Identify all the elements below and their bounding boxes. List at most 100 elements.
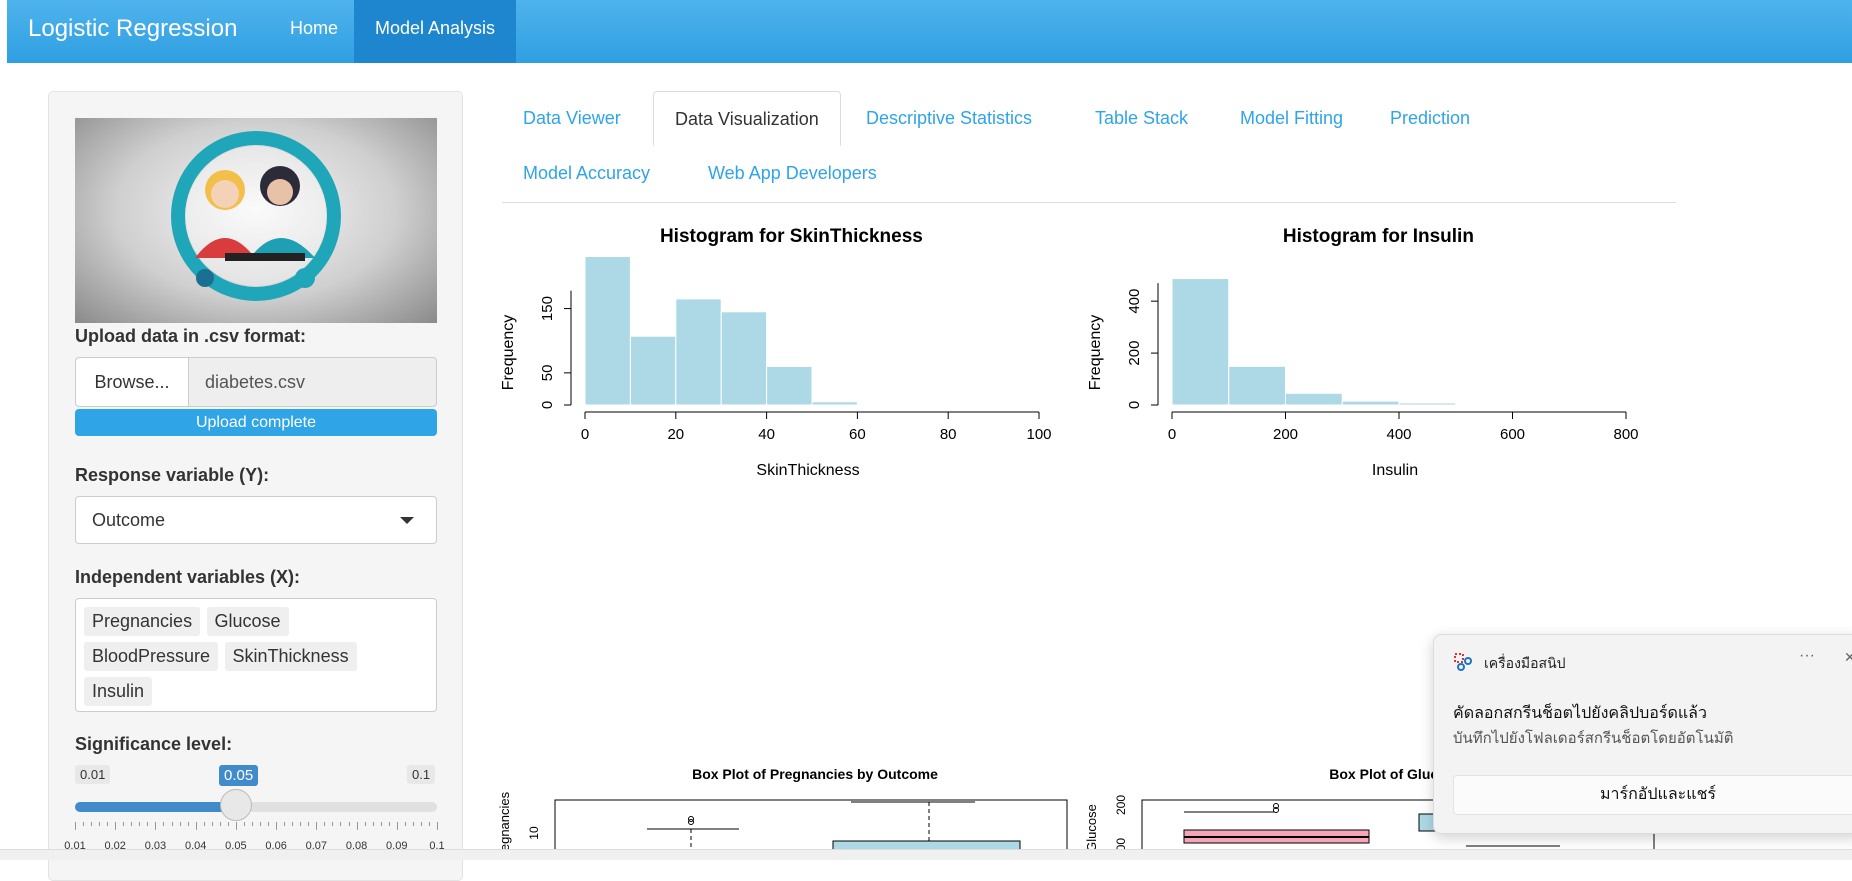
significance-slider-track[interactable] [75,802,437,812]
file-upload-control[interactable]: Browse... diabetes.csv [75,357,437,407]
x-tick-label: 400 [1386,426,1411,443]
slider-tick [420,822,422,826]
slider-tick [211,822,213,826]
x-tick-label: 800 [1613,426,1638,443]
slider-tick [437,822,438,830]
slider-tick [404,822,406,826]
histogram-skinthickness: Histogram for SkinThickness 0 20 40 60 80 100 S… [500,226,1052,479]
histogram-bar [629,335,677,406]
slider-tick [348,822,350,826]
histogram-bar [811,401,858,406]
slider-tick [364,822,366,826]
slider-tick [107,822,109,826]
slider-tick [203,822,205,826]
y-tick-label: 50 [539,365,556,382]
top-navbar: Logistic Regression Home Model Analysis [7,0,1852,63]
close-icon[interactable]: ✕ [1844,649,1852,666]
x-tick-label: 80 [940,426,957,443]
slider-tick [292,822,294,826]
tab-model-fitting[interactable]: Model Fitting [1219,91,1364,146]
snipping-tool-notification: เครื่องมือสนิป ··· ✕ คัดลอกสกรีนช็อตไปยั… [1433,634,1852,834]
slider-tick [123,822,125,826]
slider-ticks: 0.01 0.02 0.03 0.04 0.05 0.06 0.07 0.08 0.09 0.1 [64,822,445,852]
x-tick-label: 0 [1168,426,1176,443]
tab-web-app-developers[interactable]: Web App Developers [687,146,898,201]
tab-data-visualization[interactable]: Data Visualization [653,91,841,146]
tab-table-stack[interactable]: Table Stack [1074,91,1209,146]
nav-model-analysis[interactable]: Model Analysis [354,0,517,63]
slider-tick [131,822,133,826]
sidebar-panel: Upload data in .csv format: Browse... di… [48,91,463,881]
y-tick-label: 0 [539,401,556,409]
slider-tick [187,822,189,826]
browse-button[interactable]: Browse... [76,358,189,406]
slider-tick [300,822,302,826]
slider-tick [227,822,229,826]
app-brand[interactable]: Logistic Regression [28,15,237,43]
chart-title: Box Plot of Pregnancies by Outcome [692,766,938,782]
histogram-bar [1228,365,1286,406]
markup-share-button[interactable]: มาร์กอัปและแชร์ [1453,775,1852,815]
notification-app-name: เครื่องมือสนิป [1484,655,1566,671]
slider-tick [284,822,286,826]
slider-tick [308,822,310,826]
slider-min-label: 0.01 [75,765,111,784]
nav-home[interactable]: Home [269,0,359,63]
slider-tick [147,822,149,826]
x-tick-label: 20 [667,426,684,443]
response-select[interactable]: Outcome [75,496,437,544]
slider-tick [268,822,270,826]
slider-tick [251,822,253,826]
response-label: Response variable (Y): [75,465,270,485]
y-axis-label: Frequency [500,315,517,391]
slider-tick [91,822,93,826]
slider-tick [235,822,237,830]
selected-chip[interactable]: BloodPressure [84,642,219,671]
histogram-bar [1171,278,1230,406]
notification-subtext: บันทึกไปยังโฟลเดอร์สกรีนช็อตโดยอัตโนมัติ [1453,730,1734,747]
slider-tick [171,822,173,826]
x-tick-label: 200 [1273,426,1298,443]
histogram-insulin: Histogram for Insulin 0 200 400 600 800 Insuli… [1087,226,1639,479]
slider-fill [75,802,236,812]
x-tick-label: 0 [581,426,589,443]
y-tick-label: 150 [539,296,556,321]
slider-tick [83,822,85,826]
selected-chip[interactable]: Pregnancies [84,607,201,636]
histogram-bar [1285,392,1343,406]
selected-chip[interactable]: SkinThickness [224,642,357,671]
analysis-tabs: Data Viewer Data Visualization Descripti… [502,91,1676,203]
y-tick-label: 200 [1114,795,1128,815]
selected-chip[interactable]: Glucose [206,607,289,636]
selected-chip[interactable]: Insulin [84,677,153,706]
slider-tick [195,822,197,830]
more-options-icon[interactable]: ··· [1799,647,1815,665]
significance-label: Significance level: [75,734,233,754]
slider-handle[interactable] [219,789,252,821]
tab-prediction[interactable]: Prediction [1369,91,1491,146]
slider-tick [276,822,278,830]
slider-tick [412,822,414,826]
histogram-bar [584,256,631,406]
taskbar-strip [0,849,1852,860]
independent-multiselect[interactable]: Pregnancies Glucose BloodPressure SkinTh… [75,598,437,712]
slider-tick [372,822,374,826]
histogram-bar [766,365,813,406]
slider-tick [356,822,358,830]
slider-max-label: 0.1 [407,765,436,784]
tab-data-viewer[interactable]: Data Viewer [502,91,642,146]
histogram-bar [1455,403,1513,406]
slider-tick [75,822,76,830]
y-axis-label: Frequency [1087,315,1104,391]
y-axis-label: Glucose [1084,804,1099,852]
slider-tick [243,822,245,826]
slider-tick [340,822,342,826]
x-tick-label: 60 [849,426,866,443]
slider-tick [115,822,117,830]
tab-descriptive-statistics[interactable]: Descriptive Statistics [845,91,1053,146]
x-tick-label: 40 [758,426,775,443]
slider-tick [139,822,141,826]
y-axis-label: Pregnancies [497,791,512,855]
tab-model-accuracy[interactable]: Model Accuracy [502,146,671,201]
upload-label: Upload data in .csv format: [75,326,307,346]
